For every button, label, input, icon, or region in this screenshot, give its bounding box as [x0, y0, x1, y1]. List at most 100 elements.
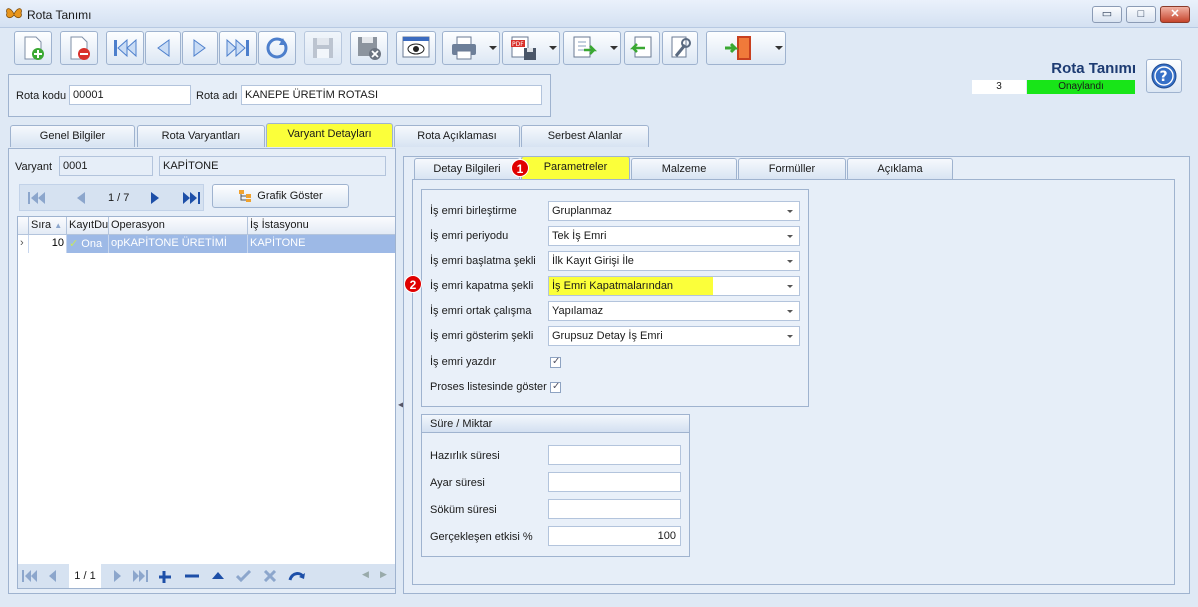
- proses-listesinde-goster-checkbox[interactable]: ✓: [550, 381, 561, 393]
- grid-indicator-header: [18, 217, 29, 235]
- tools-button[interactable]: [662, 31, 698, 65]
- previous-icon[interactable]: [76, 192, 86, 204]
- delete-button[interactable]: [60, 31, 98, 65]
- export-icon: [573, 36, 598, 58]
- sure-miktar-group: Süre / Miktar Hazırlık süresi Ayar süres…: [421, 414, 690, 557]
- rota-kodu-input[interactable]: 00001: [69, 85, 191, 105]
- next-record-button[interactable]: [182, 31, 218, 65]
- refresh-icon: [266, 37, 288, 59]
- rota-kodu-label: Rota kodu: [16, 90, 67, 102]
- table-row[interactable]: › 10 ✓ Ona opKAPİTONE ÜRETİMİ KAPİTONE: [18, 235, 395, 253]
- scroll-left-icon[interactable]: ◀: [362, 569, 369, 580]
- tab-detay-bilgileri[interactable]: Detay Bilgileri: [414, 158, 520, 180]
- last-record-button[interactable]: [219, 31, 257, 65]
- move-up-icon[interactable]: [211, 570, 225, 582]
- tab-formuller[interactable]: Formüller: [738, 158, 846, 180]
- last-icon[interactable]: [133, 570, 149, 582]
- next-icon[interactable]: [113, 570, 122, 582]
- param-label: İş emri başlatma şekli: [430, 255, 536, 267]
- cancel-edit-icon[interactable]: [263, 570, 277, 582]
- minimize-button[interactable]: ▭: [1092, 6, 1122, 23]
- column-header-operasyon[interactable]: Operasyon: [109, 217, 248, 235]
- hazirlik-suresi-input[interactable]: [548, 445, 681, 465]
- is-emri-birlestirme-select[interactable]: Gruplanmaz: [548, 201, 800, 221]
- rota-adi-input[interactable]: KANEPE ÜRETİM ROTASI: [241, 85, 542, 105]
- is-emri-kapatma-select[interactable]: İş Emri Kapatmalarından: [548, 276, 800, 296]
- step-marker-1: 1: [511, 159, 529, 177]
- sokum-suresi-input[interactable]: [548, 499, 681, 519]
- export-button[interactable]: [563, 31, 621, 65]
- import-button[interactable]: [624, 31, 660, 65]
- toolbar: PDF Rota Tanımı 3 Onaylandı ?: [0, 28, 1198, 94]
- preview-icon: [402, 36, 430, 58]
- previous-icon[interactable]: [48, 570, 57, 582]
- column-header-is-istasyonu[interactable]: İş İstasyonu: [248, 217, 395, 235]
- chevron-down-icon: [549, 46, 557, 50]
- cell-kayit-durumu[interactable]: ✓ Ona: [67, 235, 109, 253]
- first-icon[interactable]: [22, 570, 38, 582]
- exit-button[interactable]: [706, 31, 786, 65]
- is-emri-baslatma-select[interactable]: İlk Kayıt Girişi İle: [548, 251, 800, 271]
- refresh-button[interactable]: [258, 31, 296, 65]
- is-emri-yazdir-checkbox[interactable]: ✓: [550, 356, 561, 368]
- print-button[interactable]: [442, 31, 500, 65]
- is-emri-gosterim-select[interactable]: Grupsuz Detay İş Emri: [548, 326, 800, 346]
- field-label: Hazırlık süresi: [430, 450, 500, 462]
- help-button[interactable]: ?: [1146, 59, 1182, 93]
- chevron-down-icon: [775, 46, 783, 50]
- maximize-button[interactable]: □: [1126, 6, 1156, 23]
- param-label: İş emri periyodu: [430, 230, 509, 242]
- first-icon[interactable]: [28, 192, 46, 204]
- preview-button[interactable]: [396, 31, 436, 65]
- add-row-icon[interactable]: [158, 570, 172, 584]
- check-icon: ✓: [69, 238, 79, 250]
- check-label: İş emri yazdır: [430, 356, 497, 368]
- sure-miktar-title: Süre / Miktar: [422, 415, 689, 433]
- exit-icon: [725, 36, 751, 60]
- tab-genel-bilgiler[interactable]: Genel Bilgiler: [10, 125, 135, 147]
- tab-serbest-alanlar[interactable]: Serbest Alanlar: [521, 125, 649, 147]
- is-emri-ortak-calisma-select[interactable]: Yapılamaz: [548, 301, 800, 321]
- refresh-icon[interactable]: [288, 570, 306, 582]
- post-edit-icon[interactable]: [236, 570, 252, 582]
- ayar-suresi-input[interactable]: [548, 472, 681, 492]
- import-icon: [629, 36, 652, 58]
- tab-malzeme[interactable]: Malzeme: [631, 158, 737, 180]
- param-label: İş emri kapatma şekli: [430, 280, 534, 292]
- last-icon[interactable]: [183, 192, 201, 204]
- first-record-button[interactable]: [106, 31, 144, 65]
- gerceklesen-etkisi-input[interactable]: 100: [548, 526, 681, 546]
- is-emri-periyodu-select[interactable]: Tek İş Emri: [548, 226, 800, 246]
- varyant-code-input: 0001: [59, 156, 153, 176]
- status-badge: Onaylandı: [1027, 80, 1135, 94]
- cell-operasyon[interactable]: opKAPİTONE ÜRETİMİ: [109, 235, 248, 253]
- new-button[interactable]: [14, 31, 52, 65]
- tab-parametreler[interactable]: Parametreler: [521, 156, 630, 180]
- remove-row-icon[interactable]: [184, 570, 200, 582]
- grid-position: 1 / 1: [69, 564, 101, 588]
- column-header-sira[interactable]: Sıra ▲: [29, 217, 67, 235]
- rota-header: Rota kodu 00001 Rota adı KANEPE ÜRETİM R…: [8, 74, 551, 117]
- tab-aciklama[interactable]: Açıklama: [847, 158, 953, 180]
- scroll-right-icon[interactable]: ▶: [380, 569, 387, 580]
- next-icon[interactable]: [150, 192, 160, 204]
- grafik-goster-button[interactable]: Grafik Göster: [212, 184, 349, 208]
- param-label: İş emri ortak çalışma: [430, 305, 532, 317]
- cell-sira[interactable]: 10: [29, 235, 67, 253]
- print-icon: [452, 36, 476, 60]
- pdf-export-button[interactable]: PDF: [502, 31, 560, 65]
- first-icon: [114, 38, 137, 58]
- chevron-down-icon: [489, 46, 497, 50]
- previous-record-button[interactable]: [145, 31, 181, 65]
- tab-varyant-detaylari[interactable]: Varyant Detayları: [266, 123, 393, 147]
- field-label: Söküm süresi: [430, 504, 497, 516]
- tab-rota-aciklamasi[interactable]: Rota Açıklaması: [394, 125, 520, 147]
- field-label: Gerçekleşen etkisi %: [430, 531, 533, 543]
- varyant-panel: Varyant 0001 KAPİTONE 1 / 7 Grafik Göste…: [8, 148, 396, 594]
- save-button[interactable]: [304, 31, 342, 65]
- cell-is-istasyonu[interactable]: KAPİTONE: [248, 235, 395, 253]
- cancel-save-button[interactable]: [350, 31, 388, 65]
- tab-rota-varyantlari[interactable]: Rota Varyantları: [137, 125, 265, 147]
- close-button[interactable]: ✕: [1160, 6, 1190, 23]
- column-header-kayit-durumu[interactable]: KayıtDu: [67, 217, 109, 235]
